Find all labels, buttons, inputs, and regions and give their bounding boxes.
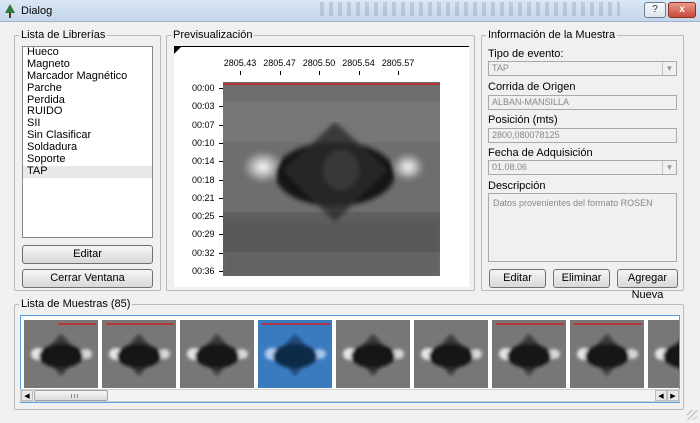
x-tick-mark xyxy=(279,71,281,75)
library-edit-button[interactable]: Editar xyxy=(22,245,153,264)
samples-group-title: Lista de Muestras (85) xyxy=(19,298,133,310)
y-tick-label: 00:36 xyxy=(192,266,215,276)
y-tick-mark xyxy=(219,106,223,108)
preview-plot: 2805.43 2805.47 2805.50 2805.54 2805.57 00:00… xyxy=(174,46,469,287)
event-type-label: Tipo de evento: xyxy=(488,48,564,60)
library-list[interactable]: Hueco Magneto Marcador Magnético Parche Perd… xyxy=(22,46,153,238)
scrollbar-thumb[interactable] xyxy=(34,390,108,401)
event-type-value: TAP xyxy=(492,63,509,73)
description-field[interactable]: Datos provenientes del formato ROSEN xyxy=(488,193,677,262)
acquisition-date-label: Fecha de Adquisición xyxy=(488,147,593,159)
origin-run-label: Corrida de Origen xyxy=(488,81,576,93)
preview-scan-image xyxy=(223,82,440,276)
sample-thumbnail[interactable] xyxy=(258,320,332,388)
sample-thumbnail[interactable] xyxy=(24,320,98,388)
x-tick-label: 2805.43 xyxy=(223,58,257,68)
sample-edit-button[interactable]: Editar xyxy=(489,269,546,288)
y-tick-label: 00:25 xyxy=(192,211,215,222)
sample-thumbnail[interactable] xyxy=(570,320,644,388)
description-label: Descripción xyxy=(488,180,546,192)
y-tick-label: 00:29 xyxy=(192,229,215,240)
preview-top-border xyxy=(174,46,469,47)
event-type-combo[interactable]: TAP ▼ xyxy=(488,61,677,76)
origin-run-field[interactable]: ALBAN-MANSILLA xyxy=(488,95,677,110)
y-tick-label: 00:21 xyxy=(192,192,215,203)
help-button[interactable]: ? xyxy=(644,2,666,18)
x-tick-mark xyxy=(398,71,399,75)
library-item[interactable]: Marcador Magnético xyxy=(23,70,152,83)
add-new-button[interactable]: Agregar Nueva xyxy=(617,269,678,301)
delete-button[interactable]: Eliminar xyxy=(553,269,610,288)
position-field[interactable]: 2800,080078125 xyxy=(488,128,677,143)
samples-scrollbar[interactable]: ◀ ◀ ▶ xyxy=(20,389,680,402)
y-tick-label: 00:18 xyxy=(192,174,215,185)
preview-red-trace xyxy=(223,83,440,85)
chevron-down-icon: ▼ xyxy=(662,161,676,174)
x-tick-label: 2805.47 xyxy=(263,58,296,68)
close-button[interactable]: x xyxy=(668,2,696,18)
y-tick-mark xyxy=(219,197,223,199)
y-tick-label: 00:32 xyxy=(192,247,215,258)
library-item[interactable]: Magneto xyxy=(23,58,152,71)
library-item[interactable]: TAP xyxy=(23,165,152,178)
sample-thumbnail[interactable] xyxy=(180,320,254,388)
arrow-right-icon[interactable]: ▶ xyxy=(667,390,679,401)
y-tick-label: 00:07 xyxy=(192,119,215,130)
y-tick-label: 00:10 xyxy=(192,137,215,148)
position-label: Posición (mts) xyxy=(488,114,558,126)
y-tick-mark xyxy=(219,216,223,218)
arrow-left-icon[interactable]: ◀ xyxy=(655,390,667,401)
y-tick-label: 00:14 xyxy=(192,156,215,167)
x-tick-mark xyxy=(358,71,360,75)
title-bar: Dialog ? x xyxy=(0,0,700,22)
y-tick-label: 00:00 xyxy=(192,83,215,93)
library-item[interactable]: RUIDO xyxy=(23,106,152,118)
y-tick-mark xyxy=(219,88,223,89)
x-tick-label: 2805.54 xyxy=(342,58,375,68)
tree-icon xyxy=(5,4,15,18)
x-tick-mark xyxy=(240,71,241,75)
background-window-text xyxy=(320,2,620,16)
library-item[interactable]: Parche xyxy=(23,82,152,95)
x-tick-label: 2805.50 xyxy=(302,58,336,68)
y-tick-mark xyxy=(219,252,223,254)
sample-thumbnail[interactable] xyxy=(648,320,679,388)
sample-thumbnail[interactable] xyxy=(492,320,566,388)
y-tick-mark xyxy=(219,124,223,126)
library-group-title: Lista de Librerías xyxy=(19,29,108,41)
y-tick-mark xyxy=(219,179,223,181)
y-tick-mark xyxy=(219,234,223,236)
y-tick-mark xyxy=(219,161,223,163)
acquisition-date-combo[interactable]: 01.08.06 ▼ xyxy=(488,160,677,175)
sample-thumbnail[interactable] xyxy=(102,320,176,388)
x-tick-label: 2805.57 xyxy=(381,58,415,68)
y-tick-label: 00:03 xyxy=(192,101,215,112)
sample-info-group-title: Información de la Muestra xyxy=(486,29,618,41)
arrow-left-icon[interactable]: ◀ xyxy=(21,390,33,401)
chevron-down-icon: ▼ xyxy=(662,62,676,75)
close-window-button[interactable]: Cerrar Ventana xyxy=(22,269,153,288)
resize-grip-icon[interactable] xyxy=(687,410,697,420)
preview-group-title: Previsualización xyxy=(171,29,255,41)
corner-marker-icon xyxy=(174,46,182,54)
y-tick-mark xyxy=(219,142,223,144)
grip-icon xyxy=(71,394,80,398)
window-title: Dialog xyxy=(21,5,53,17)
y-tick-mark xyxy=(219,271,223,272)
sample-thumbnail[interactable] xyxy=(336,320,410,388)
sample-thumbnail[interactable] xyxy=(414,320,488,388)
x-tick-mark xyxy=(319,71,320,75)
acquisition-date-value: 01.08.06 xyxy=(492,162,528,172)
